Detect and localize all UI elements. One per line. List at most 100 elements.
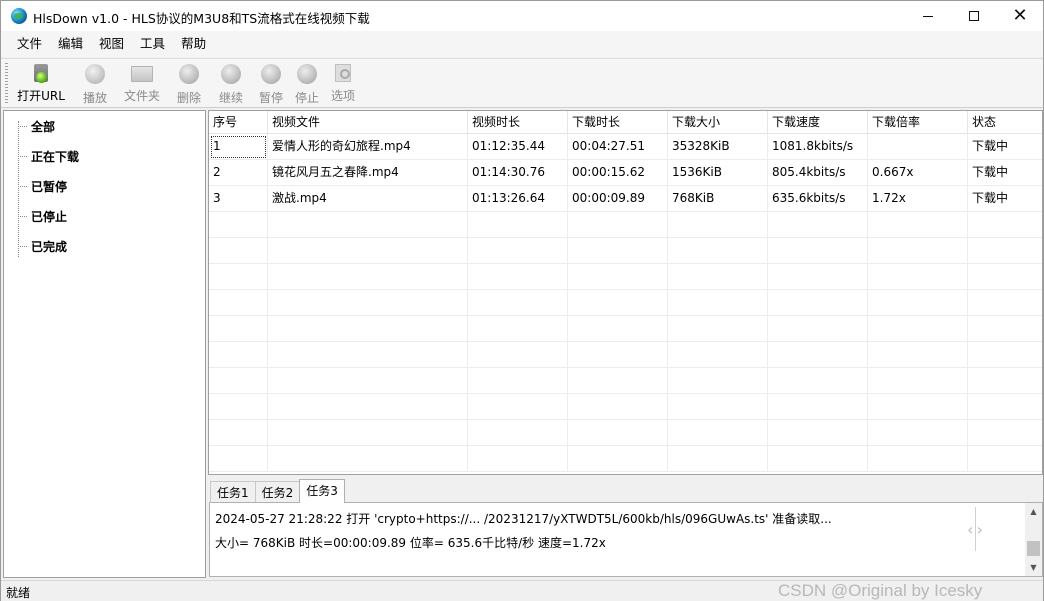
empty-row [209, 212, 1042, 238]
cell-file: 镜花风月五之春降.mp4 [268, 160, 468, 186]
tree-item-label: 正在下载 [31, 149, 80, 164]
table-row[interactable]: 2 镜花风月五之春降.mp4 01:14:30.76 00:00:15.62 1… [209, 160, 1042, 186]
log-line: 2024-05-27 21:28:22 打开 'crypto+https://.… [215, 512, 832, 526]
close-icon: ✕ [1012, 5, 1028, 26]
play-label: 播放 [82, 91, 107, 105]
download-table: 序号 视频文件 视频时长 下载时长 下载大小 下载速度 下载倍率 状态 1 爱情… [208, 110, 1043, 475]
maximize-button[interactable] [951, 1, 997, 31]
window-title: HlsDown v1.0 - HLS协议的M3U8和TS流格式在线视频下载 [33, 11, 370, 26]
tree-item-label: 已完成 [31, 239, 68, 254]
title-bar: HlsDown v1.0 - HLS协议的M3U8和TS流格式在线视频下载 ✕ [1, 1, 1043, 31]
resume-icon [221, 64, 241, 84]
folder-label: 文件夹 [123, 89, 160, 103]
open-url-button[interactable]: 打开URL [15, 62, 67, 106]
column-header[interactable]: 视频文件 [268, 111, 468, 134]
cell-download-time: 00:00:09.89 [568, 186, 668, 212]
tree-item-label: 全部 [31, 119, 56, 134]
cell-duration: 01:12:35.44 [468, 134, 568, 160]
cell-rate: 1.72x [868, 186, 968, 212]
menu-tools[interactable]: 工具 [132, 31, 173, 57]
column-header[interactable]: 下载大小 [668, 111, 768, 134]
empty-row [209, 446, 1042, 472]
cell-index: 1 [209, 134, 268, 160]
log-scrollbar[interactable]: ▲ ▼ [1025, 503, 1042, 576]
table-row[interactable]: 1 爱情人形的奇幻旅程.mp4 01:12:35.44 00:04:27.51 … [209, 134, 1042, 160]
table-row[interactable]: 3 激战.mp4 01:13:26.64 00:00:09.89 768KiB … [209, 186, 1042, 212]
minimize-icon [923, 15, 933, 17]
empty-row [209, 342, 1042, 368]
tree-item-stopped[interactable]: 已停止 [18, 206, 67, 226]
cell-size: 1536KiB [668, 160, 768, 186]
tree-item-completed[interactable]: 已完成 [18, 236, 67, 256]
close-button[interactable]: ✕ [997, 1, 1043, 31]
toolbar: 打开URL 播放 文件夹 删除 继续 暂停 停止 选项 [1, 58, 1043, 108]
cell-rate [868, 134, 968, 160]
open-url-icon [34, 64, 48, 83]
cell-size: 768KiB [668, 186, 768, 212]
delete-label: 删除 [176, 91, 201, 105]
tab-task-3[interactable]: 任务3 [299, 479, 345, 503]
empty-row [209, 420, 1042, 446]
menu-help[interactable]: 帮助 [173, 31, 214, 57]
empty-row [209, 290, 1042, 316]
folder-icon [131, 66, 153, 82]
stop-button[interactable]: 停止 [291, 62, 323, 106]
cell-file: 爱情人形的奇幻旅程.mp4 [268, 134, 468, 160]
column-header[interactable]: 状态 [968, 111, 1042, 134]
toolbar-grip[interactable] [5, 63, 8, 103]
task-log-panel: 任务1 任务2 任务3 2024-05-27 21:28:22 打开 'cryp… [208, 477, 1043, 578]
column-header[interactable]: 视频时长 [468, 111, 568, 134]
resume-label: 继续 [218, 91, 243, 105]
app-globe-icon [11, 8, 27, 24]
column-header[interactable]: 下载时长 [568, 111, 668, 134]
cell-index: 2 [209, 160, 268, 186]
watermark: CSDN @Original by Icesky [778, 581, 983, 600]
options-icon [335, 64, 351, 82]
cell-status: 下载中 [972, 139, 1009, 153]
scroll-down-icon[interactable]: ▼ [1025, 559, 1042, 576]
scroll-thumb[interactable] [1027, 541, 1040, 556]
delete-button[interactable]: 删除 [173, 62, 205, 106]
status-bar: 就绪 CSDN @Original by Icesky [1, 580, 1043, 601]
tree-item-label: 已暂停 [31, 179, 68, 194]
column-header[interactable]: 下载倍率 [868, 111, 968, 134]
table-header: 序号 视频文件 视频时长 下载时长 下载大小 下载速度 下载倍率 状态 [209, 111, 1042, 134]
pause-label: 暂停 [258, 91, 283, 105]
stop-label: 停止 [294, 91, 319, 105]
tab-task-2[interactable]: 任务2 [254, 481, 301, 503]
tree-item-all[interactable]: 全部 [18, 116, 55, 136]
menu-file[interactable]: 文件 [9, 31, 50, 57]
table-body: 1 爱情人形的奇幻旅程.mp4 01:12:35.44 00:04:27.51 … [209, 134, 1042, 472]
scroll-up-icon[interactable]: ▲ [1025, 503, 1042, 520]
empty-row [209, 368, 1042, 394]
task-tabs: 任务1 任务2 任务3 [210, 479, 345, 503]
cell-speed: 635.6kbits/s [768, 186, 868, 212]
pause-button[interactable]: 暂停 [255, 62, 287, 106]
pause-icon [261, 64, 281, 84]
cell-status: 下载中 [972, 165, 1009, 179]
cell-size: 35328KiB [668, 134, 768, 160]
resume-button[interactable]: 继续 [215, 62, 247, 106]
minimize-button[interactable] [905, 1, 951, 31]
tab-task-1[interactable]: 任务1 [210, 481, 256, 503]
folder-button[interactable]: 文件夹 [121, 62, 163, 106]
tree-item-paused[interactable]: 已暂停 [18, 176, 67, 196]
menu-edit[interactable]: 编辑 [50, 31, 91, 57]
cell-download-time: 00:04:27.51 [568, 134, 668, 160]
tree-item-downloading[interactable]: 正在下载 [18, 146, 79, 166]
column-header[interactable]: 序号 [209, 111, 268, 134]
empty-row [209, 238, 1042, 264]
open-url-label: 打开URL [17, 89, 65, 103]
app-window: HlsDown v1.0 - HLS协议的M3U8和TS流格式在线视频下载 ✕ … [0, 0, 1044, 601]
split-handle-icon: ‹ › [958, 507, 992, 551]
play-button[interactable]: 播放 [79, 62, 111, 106]
options-label: 选项 [330, 89, 355, 103]
menu-view[interactable]: 视图 [91, 31, 132, 57]
cell-file: 激战.mp4 [268, 186, 468, 212]
stop-icon [297, 64, 317, 84]
options-button[interactable]: 选项 [327, 62, 359, 106]
log-output[interactable]: 2024-05-27 21:28:22 打开 'crypto+https://.… [209, 502, 1043, 577]
category-tree: 全部 正在下载 已暂停 已停止 已完成 [3, 110, 206, 578]
cell-download-time: 00:00:15.62 [568, 160, 668, 186]
column-header[interactable]: 下载速度 [768, 111, 868, 134]
